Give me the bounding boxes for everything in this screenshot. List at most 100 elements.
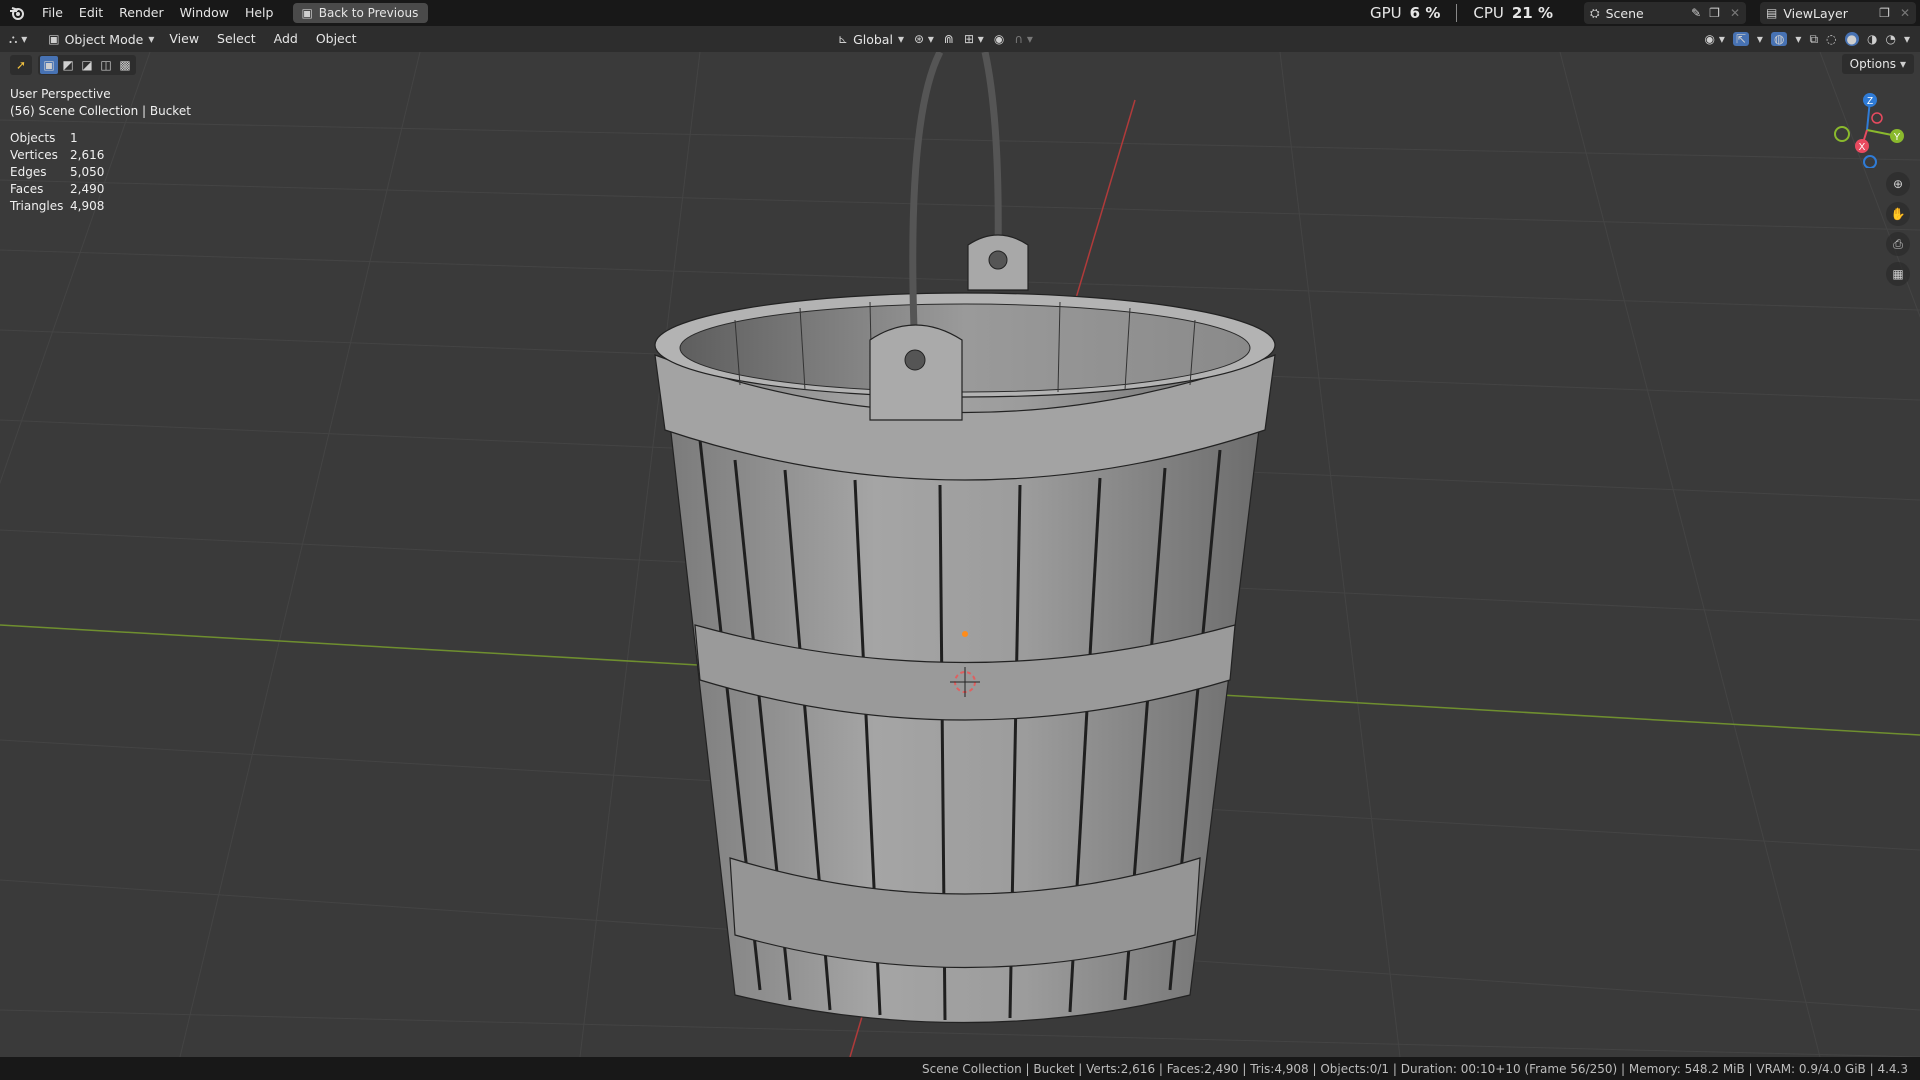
perspective-toggle-icon[interactable]: ▦	[1886, 262, 1910, 286]
orientation-axes-icon: ⊾	[838, 32, 849, 46]
chevron-down-icon[interactable]: ▾	[1757, 32, 1763, 46]
solid-shading-icon[interactable]: ●	[1844, 32, 1859, 46]
menu-add[interactable]: Add	[265, 26, 307, 52]
stat-value: 1	[70, 131, 78, 145]
editor-type-icon: ⛬ ▾	[9, 32, 28, 46]
view-layer-icon: ▤	[1766, 6, 1778, 20]
menu-view[interactable]: View	[160, 26, 208, 52]
visibility-eye-icon[interactable]: ◉ ▾	[1705, 32, 1725, 46]
status-bar: Scene Collection | Bucket | Verts:2,616 …	[0, 1057, 1920, 1080]
stat-value: 2,490	[70, 182, 105, 196]
stat-label: Objects	[10, 131, 56, 145]
selection-mode-group: ▣ ◩ ◪ ◫ ▩	[38, 55, 136, 75]
viewport-header: ⛬ ▾ ▣ Object Mode ▾ View Select Add Obje…	[0, 26, 1920, 52]
menu-window[interactable]: Window	[172, 0, 237, 26]
wireframe-shading-icon[interactable]: ◌	[1826, 32, 1836, 46]
select-extend-glyph: ◩	[62, 58, 74, 72]
select-intersect-icon[interactable]: ▩	[116, 56, 134, 74]
viewport-scene	[0, 52, 1920, 1057]
blender-logo-icon[interactable]	[0, 6, 34, 20]
camera-view-icon[interactable]: ⎙	[1886, 232, 1910, 256]
menu-select[interactable]: Select	[208, 26, 265, 52]
snap-increment-icon[interactable]: ⊞ ▾	[964, 32, 984, 46]
gizmo-toggle-icon[interactable]: ⇱	[1732, 32, 1749, 46]
select-new-icon[interactable]: ▣	[40, 56, 58, 74]
status-bar-text: Scene Collection | Bucket | Verts:2,616 …	[921, 1061, 1908, 1076]
zoom-icon[interactable]: ⊕	[1886, 172, 1910, 196]
select-extend-icon[interactable]: ◩	[59, 56, 77, 74]
top-menu-bar: File Edit Render Window Help ▣ Back to P…	[0, 0, 1920, 26]
options-label: Options	[1849, 57, 1896, 71]
delete-scene-icon[interactable]: ✕	[1724, 6, 1746, 20]
pivot-point-icon[interactable]: ⊛ ▾	[914, 32, 934, 46]
overlays-toggle-icon[interactable]: ◍	[1770, 32, 1788, 46]
editor-type-button[interactable]: ⛬ ▾	[0, 26, 36, 52]
snap-magnet-icon[interactable]: ⋒	[944, 32, 954, 46]
gizmo-x-label: X	[1859, 142, 1866, 153]
chevron-down-icon: ▾	[1899, 57, 1906, 71]
menu-file[interactable]: File	[34, 0, 71, 26]
chevron-down-icon: ▾	[148, 32, 155, 46]
gizmo-neg-x-axis[interactable]	[1871, 112, 1883, 124]
new-scene-icon[interactable]: ❐	[1705, 6, 1724, 20]
xray-toggle-icon[interactable]: ⧉	[1809, 32, 1818, 47]
chevron-down-icon[interactable]: ▾	[1904, 32, 1910, 46]
stat-row: Edges 5,050	[10, 164, 191, 181]
select-new-glyph: ▣	[43, 58, 55, 72]
material-shading-icon[interactable]: ◑	[1867, 32, 1877, 46]
transform-controls: ⊾ Global ▾ ⊛ ▾ ⋒ ⊞ ▾ ◉ ∩ ▾	[838, 26, 1033, 52]
view-layer-selector[interactable]: ▤ ViewLayer ❐ ✕	[1760, 2, 1916, 24]
object-origin-dot	[962, 631, 968, 637]
new-view-layer-icon[interactable]: ❐	[1875, 6, 1894, 20]
select-invert-icon[interactable]: ◫	[97, 56, 115, 74]
cursor-arrow-icon: ➚	[15, 58, 27, 72]
menu-object[interactable]: Object	[307, 26, 366, 52]
proportional-editing-icon[interactable]: ◉	[994, 32, 1004, 46]
options-dropdown[interactable]: Options ▾	[1841, 54, 1914, 74]
view-layer-name: ViewLayer	[1783, 5, 1848, 21]
object-mode-icon: ▣	[48, 32, 60, 46]
3d-viewport[interactable]: ➚ ▣ ◩ ◪ ◫ ▩ User Perspective (56) Scene …	[0, 52, 1920, 1057]
chevron-down-icon[interactable]: ▾	[1795, 32, 1801, 46]
view-name: User Perspective	[10, 87, 111, 101]
stat-value: 4,908	[70, 199, 105, 213]
gpu-value: 6 %	[1409, 4, 1441, 22]
menu-render[interactable]: Render	[111, 0, 172, 26]
camera-glyph: ⎙	[1893, 236, 1903, 251]
stat-value: 2,616	[70, 148, 105, 162]
select-subtract-icon[interactable]: ◪	[78, 56, 96, 74]
viewport-shading-controls: ◉ ▾ ⇱ ▾ ◍ ▾ ⧉ ◌ ● ◑ ◔ ▾	[1705, 26, 1910, 52]
pan-hand-icon[interactable]: ✋	[1886, 202, 1910, 226]
stat-value: 5,050	[70, 165, 105, 179]
delete-view-layer-icon[interactable]: ✕	[1894, 6, 1916, 20]
gizmo-neg-y-axis[interactable]	[1834, 126, 1850, 142]
bucket-mesh[interactable]	[654, 52, 1276, 1024]
back-to-previous-label: Back to Previous	[318, 6, 419, 20]
object-mode-label: Object Mode	[64, 31, 144, 47]
grid-glyph: ▦	[1892, 267, 1904, 281]
stat-label: Faces	[10, 182, 44, 196]
zoom-glyph: ⊕	[1892, 177, 1904, 191]
viewport-text-overlay: User Perspective (56) Scene Collection |…	[10, 86, 191, 215]
gizmo-z-label: Z	[1867, 96, 1873, 107]
scene-selector[interactable]: ⛭ Scene ✎ ❐ ✕	[1584, 2, 1746, 24]
falloff-curve-icon[interactable]: ∩ ▾	[1014, 32, 1033, 46]
pin-icon[interactable]: ✎	[1687, 6, 1705, 20]
pan-hand-glyph: ✋	[1890, 207, 1906, 221]
stat-row: Triangles 4,908	[10, 198, 191, 215]
navigation-gizmo[interactable]: Z Y X	[1822, 88, 1912, 168]
cpu-label: CPU	[1473, 4, 1504, 22]
transform-orientation-dropdown[interactable]: ⊾ Global ▾	[838, 32, 904, 47]
menu-edit[interactable]: Edit	[71, 0, 111, 26]
performance-monitor: GPU 6 % CPU 21 %	[1370, 0, 1553, 26]
gizmo-y-label: Y	[1894, 132, 1901, 143]
active-tool-select-icon[interactable]: ➚	[10, 55, 32, 75]
stat-row: Objects 1	[10, 130, 191, 147]
gizmo-neg-z-axis[interactable]	[1863, 155, 1877, 168]
object-mode-dropdown[interactable]: ▣ Object Mode ▾	[42, 29, 161, 49]
stat-label: Edges	[10, 165, 47, 179]
rendered-shading-icon[interactable]: ◔	[1885, 32, 1895, 46]
menu-help[interactable]: Help	[237, 0, 282, 26]
statistics-overlay: Objects 1 Vertices 2,616 Edges 5,050 Fac…	[10, 130, 191, 215]
back-to-previous-button[interactable]: ▣ Back to Previous	[293, 3, 429, 23]
